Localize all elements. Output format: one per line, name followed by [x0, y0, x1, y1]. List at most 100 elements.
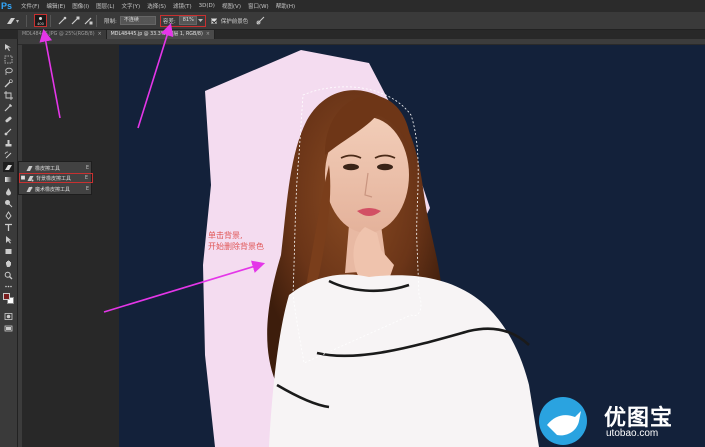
right-eye-shape: [377, 163, 393, 171]
tool-preset-picker[interactable]: [3, 14, 23, 28]
rectangle-icon: [5, 248, 12, 254]
marquee-tool[interactable]: [3, 54, 14, 64]
shape-tool[interactable]: [3, 246, 14, 256]
tolerance-label: 容差:: [162, 18, 176, 25]
flyout-item-eraser[interactable]: 橡皮擦工具 E: [19, 163, 93, 173]
gradient-tool[interactable]: [3, 174, 14, 184]
sampling-swatch-button[interactable]: [83, 15, 93, 27]
tutorial-annotation: 单击背景, 开始删除背景色: [208, 230, 264, 252]
eyedropper-icon: [4, 103, 13, 111]
crop-icon: [4, 90, 13, 100]
zoom-icon: [4, 271, 13, 279]
close-icon[interactable]: ×: [206, 32, 210, 37]
flyout-item-background-eraser[interactable]: ■ 背景橡皮擦工具 E: [19, 173, 93, 183]
menu-view[interactable]: 视图(V): [222, 2, 241, 10]
flyout-item-magic-eraser[interactable]: 魔术橡皮擦工具 E: [19, 184, 93, 194]
hand-tool[interactable]: [3, 258, 14, 268]
pen-tool[interactable]: [3, 210, 14, 220]
menu-layer[interactable]: 图层(L): [96, 2, 114, 10]
gradient-icon: [5, 176, 12, 182]
app-logo: Ps: [1, 1, 13, 11]
stamp-icon: [5, 139, 12, 146]
flyout-item-shortcut: E: [85, 186, 89, 192]
flyout-item-label: 橡皮擦工具: [35, 165, 61, 172]
menu-select[interactable]: 选择(S): [147, 2, 166, 10]
lasso-icon: [5, 67, 13, 75]
crop-tool[interactable]: [3, 90, 14, 100]
background-eraser-icon: [7, 17, 19, 24]
toolbox: [0, 39, 18, 447]
dodge-icon: [5, 199, 13, 207]
history-brush-tool[interactable]: [3, 150, 14, 160]
tab-document-1[interactable]: MDL48445.JPG @ 25%(RGB/8) ×: [18, 30, 107, 39]
screen-mode-icon: [4, 325, 13, 331]
menu-filter[interactable]: 滤镜(T): [173, 2, 192, 10]
flyout-item-shortcut: E: [84, 175, 88, 181]
eyedropper-tool[interactable]: [3, 102, 14, 112]
options-bar: 400 限制: 不连续 容差: 81% 保护前景色: [0, 12, 705, 30]
quick-select-icon: [4, 78, 13, 87]
dodge-tool[interactable]: [3, 198, 14, 208]
eraser-icon: [5, 164, 12, 170]
chevron-down-icon[interactable]: [197, 18, 203, 23]
menu-image[interactable]: 图像(I): [72, 2, 89, 10]
lasso-tool[interactable]: [3, 66, 14, 76]
brush-tip-icon: [39, 17, 42, 20]
tab-document-2[interactable]: MDL48445.jp @ 33.3% (图层 1, RGB/8) ×: [106, 30, 215, 39]
brush-size-value: 400: [37, 22, 44, 26]
divider: [26, 14, 27, 27]
type-tool[interactable]: [3, 222, 14, 232]
blur-tool[interactable]: [3, 186, 14, 196]
clone-stamp-tool[interactable]: [3, 138, 14, 148]
watermark-logo: [539, 397, 587, 445]
sampling-continuous-icon: [58, 16, 66, 25]
quick-mask-button[interactable]: [3, 311, 14, 321]
menu-bar: Ps 文件(F) 编辑(E) 图像(I) 图层(L) 文字(Y) 选择(S) 滤…: [0, 0, 705, 12]
protect-foreground-checkbox[interactable]: [210, 17, 217, 24]
photoshop-window: Ps 文件(F) 编辑(E) 图像(I) 图层(L) 文字(Y) 选择(S) 滤…: [0, 0, 705, 447]
divider: [96, 14, 97, 27]
menu-help[interactable]: 帮助(H): [276, 2, 295, 10]
document-canvas[interactable]: [119, 45, 705, 447]
eraser-tool-flyout: 橡皮擦工具 E ■ 背景橡皮擦工具 E 魔术橡皮擦工具 E: [18, 161, 93, 195]
menu-window[interactable]: 窗口(W): [248, 2, 269, 10]
move-icon: [5, 43, 11, 51]
sampling-once-button[interactable]: [70, 15, 80, 27]
flyout-item-label: 魔术橡皮擦工具: [35, 186, 71, 193]
eraser-icon: [25, 164, 33, 172]
limits-select[interactable]: 不连续: [119, 16, 156, 25]
annotation-line-2: 开始删除背景色: [208, 242, 264, 251]
path-select-tool[interactable]: [3, 234, 14, 244]
sampling-swatch-icon: [84, 17, 92, 25]
divider: [50, 14, 51, 27]
screen-mode-button[interactable]: [3, 323, 14, 333]
brush-size-picker[interactable]: 400: [34, 14, 47, 27]
move-tool[interactable]: [3, 42, 14, 52]
pen-pressure-icon: [256, 16, 265, 25]
sampling-once-icon: [71, 16, 79, 25]
pen-icon: [5, 210, 12, 220]
tolerance-control: 容差: 81%: [159, 14, 206, 27]
foreground-color-swatch[interactable]: [3, 293, 10, 300]
close-icon[interactable]: ×: [98, 32, 102, 37]
zoom-tool[interactable]: [3, 270, 14, 280]
magic-eraser-icon: [25, 185, 33, 193]
blur-drop-icon: [6, 187, 11, 195]
pressure-size-button[interactable]: [255, 15, 265, 27]
quick-select-tool[interactable]: [3, 78, 14, 88]
watermark-url: utobao.com: [606, 428, 659, 439]
eraser-tool[interactable]: [3, 162, 14, 172]
healing-brush-tool[interactable]: [3, 114, 14, 124]
brush-icon: [4, 128, 12, 135]
menu-3d[interactable]: 3D(D): [199, 3, 215, 9]
more-tools-button[interactable]: [3, 281, 14, 291]
menu-type[interactable]: 文字(Y): [122, 2, 141, 10]
tab-label: MDL48445.JPG @ 25%(RGB/8): [22, 32, 95, 37]
sampling-continuous-button[interactable]: [57, 15, 67, 27]
tolerance-input[interactable]: 81%: [178, 16, 197, 25]
brush-tool[interactable]: [3, 126, 14, 136]
flyout-item-shortcut: E: [85, 165, 89, 171]
menu-file[interactable]: 文件(F): [21, 2, 39, 10]
menu-edit[interactable]: 编辑(E): [46, 2, 65, 10]
document-tabs: MDL48445.JPG @ 25%(RGB/8) × MDL48445.jp @…: [18, 30, 705, 39]
